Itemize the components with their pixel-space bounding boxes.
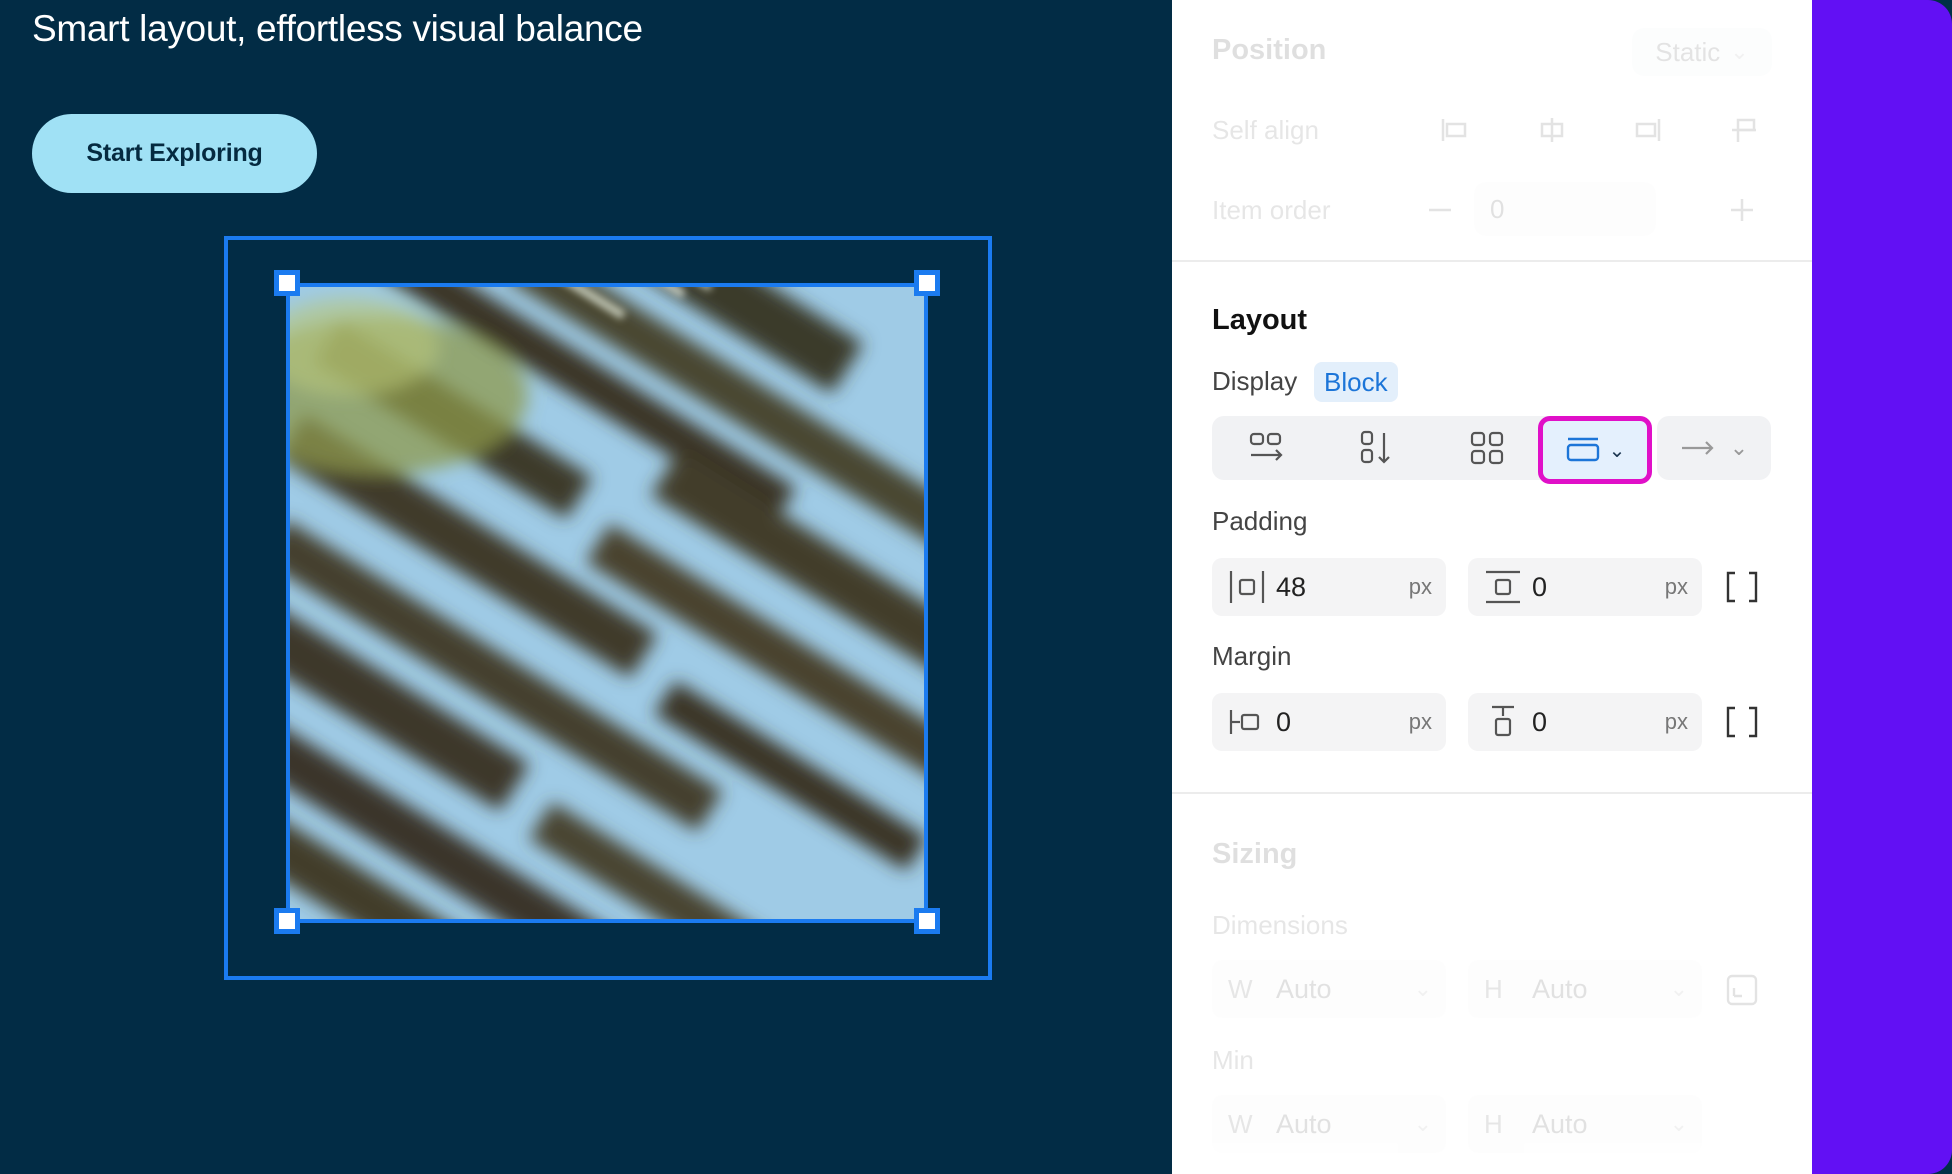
resize-handle-bottom-left[interactable] [274,908,300,934]
start-exploring-button[interactable]: Start Exploring [32,114,317,193]
padding-individual-sides-icon[interactable] [1722,567,1762,607]
chevron-down-icon: ⌄ [1669,1111,1688,1136]
margin-horizontal-field[interactable]: 0 px [1212,693,1446,751]
height-select[interactable]: H Auto ⌄ [1468,960,1702,1018]
position-title: Position [1212,34,1327,66]
align-end-icon[interactable] [1628,110,1668,150]
margin-label: Margin [1212,641,1292,671]
min-width-select[interactable]: W Auto ⌄ [1212,1095,1446,1153]
increment-icon[interactable] [1722,190,1762,230]
chevron-down-icon: ⌄ [1413,1111,1432,1136]
margin-vertical-field[interactable]: 0 px [1468,693,1702,751]
design-canvas[interactable]: Smart layout, effortless visual balance … [0,0,1172,1174]
width-select[interactable]: W Auto ⌄ [1212,960,1446,1018]
margin-individual-sides-icon[interactable] [1722,702,1762,742]
unit-label: px [1408,709,1432,734]
resize-handle-bottom-right[interactable] [914,908,940,934]
padding-vertical-icon [1484,567,1526,607]
min-label: Min [1212,1045,1254,1075]
canvas-headline[interactable]: Smart layout, effortless visual balance [32,8,643,50]
padding-horizontal-value[interactable]: 48 [1270,572,1409,603]
block-icon [1566,437,1599,462]
item-order-label: Item order [1212,195,1331,225]
display-value-badge[interactable]: Block [1314,362,1398,402]
self-align-label: Self align [1212,115,1319,145]
block-mode-button[interactable]: ⌄ [1538,416,1652,484]
padding-label: Padding [1212,506,1308,536]
chevron-down-icon: ⌄ [1608,439,1626,462]
unit-label: px [1408,574,1432,599]
min-width-prefix: W [1228,1108,1253,1139]
chevron-down-icon: ⌄ [1413,976,1432,1001]
layout-title: Layout [1212,304,1308,336]
position-value: Static [1655,36,1721,67]
grid-icon[interactable] [1432,416,1542,480]
height-prefix: H [1484,973,1503,1004]
min-height-select[interactable]: H Auto ⌄ [1468,1095,1702,1153]
dimensions-label: Dimensions [1212,910,1348,940]
chevron-down-icon: ⌄ [1669,976,1688,1001]
decrement-icon[interactable] [1420,190,1460,230]
min-height-prefix: H [1484,1108,1503,1139]
width-prefix: W [1228,973,1253,1004]
padding-horizontal-icon [1228,567,1270,607]
item-order-value: 0 [1490,194,1505,224]
unit-label: px [1664,709,1688,734]
margin-horizontal-value[interactable]: 0 [1270,707,1409,738]
unit-label: px [1664,574,1688,599]
row-wrap-icon[interactable] [1212,416,1322,480]
resize-handle-top-left[interactable] [274,270,300,296]
aspect-ratio-icon[interactable] [1722,970,1762,1010]
resize-handle-top-right[interactable] [914,270,940,296]
position-select[interactable]: Static ⌄ [1632,28,1772,76]
flow-direction-select[interactable]: ⌄ [1657,416,1771,480]
inspector-panel: Position Static ⌄ Self align Item order … [1172,0,1812,1174]
display-label: Display [1212,366,1298,396]
chevron-down-icon: ⌄ [1729,435,1749,460]
margin-vertical-icon [1484,702,1526,742]
accent-strip [1812,0,1952,1174]
min-width-value: Auto [1276,1108,1332,1139]
padding-vertical-value[interactable]: 0 [1526,572,1665,603]
arrow-right-icon [1681,441,1714,455]
sizing-title: Sizing [1212,838,1298,870]
align-center-icon[interactable] [1532,110,1572,150]
align-baseline-icon[interactable] [1724,110,1764,150]
padding-vertical-field[interactable]: 0 px [1468,558,1702,616]
min-height-value: Auto [1532,1108,1588,1139]
chevron-down-icon: ⌄ [1730,39,1749,64]
selected-image[interactable] [286,283,928,923]
height-value: Auto [1532,973,1588,1004]
margin-vertical-value[interactable]: 0 [1526,707,1665,738]
item-order-input[interactable]: 0 [1474,182,1656,236]
align-start-icon[interactable] [1434,110,1474,150]
column-icon[interactable] [1322,416,1432,480]
padding-horizontal-field[interactable]: 48 px [1212,558,1446,616]
blurred-photo [290,287,924,919]
margin-horizontal-icon [1228,702,1270,742]
width-value: Auto [1276,973,1332,1004]
section-divider [1172,260,1812,262]
section-divider [1172,792,1812,794]
